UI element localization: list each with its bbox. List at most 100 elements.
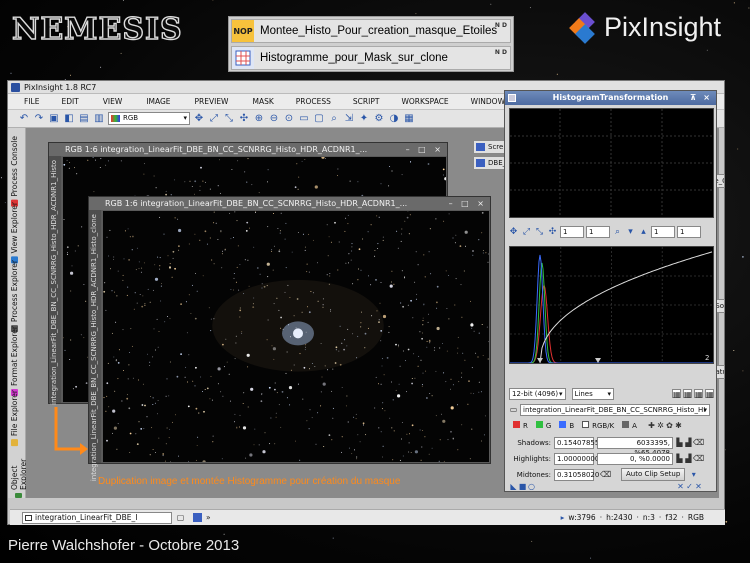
channel-a[interactable]: A (622, 421, 637, 430)
undo-icon[interactable]: ↶ (18, 113, 30, 125)
pan-icon[interactable]: ✥ (508, 227, 519, 238)
image-canvas-clone[interactable] (103, 211, 489, 462)
menu-edit[interactable]: EDIT (61, 97, 78, 106)
zoom-out-icon[interactable]: ⊖ (268, 113, 280, 125)
histogram-icon[interactable]: ▦ (403, 113, 415, 125)
gear-icon[interactable]: ✲ (656, 421, 665, 430)
menu-process[interactable]: PROCESS (296, 97, 331, 106)
color-mode-select[interactable]: RGB ▾ (108, 112, 190, 125)
window-icon[interactable]: ▢ (176, 513, 185, 522)
check-icon[interactable]: ✓ (685, 482, 694, 491)
highlights-input[interactable]: 1.00000000 (554, 452, 599, 465)
color-chip-icon[interactable] (193, 513, 202, 522)
zoom-icon[interactable]: ⌕ (328, 113, 340, 125)
fit-icon[interactable]: ⤢ (521, 227, 532, 238)
process-icon-montee-histo[interactable]: NOP Montee_Histo_Pour_creation_masque_Et… (231, 19, 511, 43)
zoom-v2-spinner[interactable]: 1 (677, 226, 701, 238)
tab-view-explorer[interactable]: View Explorer (10, 202, 19, 264)
channel-rgbk[interactable]: RGB/K (582, 421, 614, 430)
icon-screen-transfer[interactable]: Scre (473, 140, 505, 154)
menu-script[interactable]: SCRIPT (353, 97, 380, 106)
zoom-h2-spinner[interactable]: 1 (651, 226, 675, 238)
auto-icon[interactable]: ▟ (684, 454, 693, 463)
gear-icon[interactable]: ⚙ (373, 113, 385, 125)
new-preview-icon[interactable]: ▢ (313, 113, 325, 125)
midtones-input[interactable]: 0.31058020 (554, 468, 599, 481)
menu-image[interactable]: IMAGE (146, 97, 170, 106)
chart-icon[interactable]: ▦ (672, 389, 681, 399)
resolution-select[interactable]: 12-bit (4096) ▾ (509, 387, 566, 400)
new-instance-icon[interactable]: ◣ (509, 482, 518, 491)
auto-icon[interactable]: ▟ (684, 438, 693, 447)
menu-workspace[interactable]: WORKSPACE (401, 97, 448, 106)
star-icon[interactable]: ✦ (358, 113, 370, 125)
window-controls[interactable]: – □ × (406, 143, 444, 156)
reset-icon[interactable]: ⌫ (693, 438, 704, 447)
menu-preview[interactable]: PREVIEW (195, 97, 229, 106)
image-window-titlebar[interactable]: RGB 1:6 integration_LinearFit_DBE_BN_CC_… (89, 197, 490, 210)
channel-icon[interactable]: ▤ (78, 113, 90, 125)
close-icon[interactable]: ✕ (694, 482, 703, 491)
move-icon[interactable]: ✣ (547, 227, 558, 238)
cross-icon[interactable]: ✚ (647, 421, 656, 430)
tab-process-console[interactable]: Process Console (10, 136, 19, 207)
menu-file[interactable]: FILE (24, 97, 39, 106)
icon-dbe[interactable]: DBE_ (473, 156, 505, 170)
input-histogram-plot[interactable]: 2 (509, 246, 714, 364)
view-icon[interactable]: ▥ (93, 113, 105, 125)
menu-view[interactable]: VIEW (103, 97, 123, 106)
zoom-1-icon[interactable]: ⤡ (223, 113, 235, 125)
stf-icon[interactable]: ◧ (63, 113, 75, 125)
chart-icon[interactable]: ▦ (683, 389, 692, 399)
tab-file-explorer[interactable]: File Explorer (10, 390, 19, 447)
mask-icon[interactable]: ▣ (48, 113, 60, 125)
channel-b[interactable]: B (559, 421, 574, 430)
triangle-up-icon[interactable]: ▴ (638, 227, 649, 238)
preview-circle-icon[interactable]: ○ (527, 482, 536, 491)
move-icon[interactable]: ✣ (238, 113, 250, 125)
flower-icon[interactable]: ✿ (665, 421, 674, 430)
zoom-v-spinner[interactable]: 1 (586, 226, 610, 238)
dialog-titlebar[interactable]: HistogramTransformation ⊼ × (505, 91, 716, 105)
menu-window[interactable]: WINDOW (471, 97, 505, 106)
redo-icon[interactable]: ↷ (33, 113, 45, 125)
asterisk-icon[interactable]: ✱ (674, 421, 683, 430)
preview-icon[interactable]: ▭ (298, 113, 310, 125)
menu-mask[interactable]: MASK (252, 97, 273, 106)
active-view-selector[interactable]: integration_LinearFit_DBE_I (22, 511, 172, 524)
fit-icon[interactable]: ⤢ (208, 113, 220, 125)
channel-g[interactable]: G (535, 421, 551, 430)
script-icon[interactable]: ⇲ (343, 113, 355, 125)
auto-clip-setup-button[interactable]: Auto Clip Setup (621, 468, 686, 481)
image-window-clone[interactable]: RGB 1:6 integration_LinearFit_DBE_BN_CC_… (88, 196, 491, 481)
dialog-controls[interactable]: ⊼ × (690, 91, 712, 105)
apply-global-icon[interactable]: ■ (518, 482, 527, 491)
graph-style-select[interactable]: Lines ▾ (571, 387, 614, 400)
shadows-input[interactable]: 0.15407855 (554, 436, 599, 449)
triangle-down-icon[interactable]: ▾ (625, 227, 636, 238)
search-icon[interactable]: ⌕ (612, 227, 623, 238)
window-controls[interactable]: – □ × (449, 197, 487, 210)
chart-icon[interactable]: ▦ (694, 389, 703, 399)
process-icon-histogramme-mask[interactable]: Histogramme_pour_Mask_sur_clone N D (231, 46, 511, 70)
reset-icon[interactable]: ✕ (676, 482, 685, 491)
zoom-h-spinner[interactable]: 1 (560, 226, 584, 238)
image-window-titlebar[interactable]: RGB 1:6 integration_LinearFit_DBE_BN_CC_… (49, 143, 447, 156)
zoom-icon[interactable]: ⤡ (534, 227, 545, 238)
reset-icon[interactable]: ⌫ (693, 454, 704, 463)
zoom-in-icon[interactable]: ⊕ (253, 113, 265, 125)
output-histogram-plot[interactable] (509, 108, 714, 218)
tab-process-explorer[interactable]: Process Explorer (10, 260, 19, 333)
pan-icon[interactable]: ✥ (193, 113, 205, 125)
more-icon[interactable]: » (206, 513, 211, 522)
tab-format-explorer[interactable]: Format Explorer (10, 326, 19, 397)
chart-icon[interactable]: ▦ (705, 389, 714, 399)
contrast-icon[interactable]: ◑ (388, 113, 400, 125)
readout-icon[interactable]: ⊙ (283, 113, 295, 125)
target-view-select[interactable]: integration_LinearFit_DBE_BN_CC_SCNRRG_H… (520, 403, 710, 416)
channel-r[interactable]: R (513, 421, 528, 430)
triangle-down-icon[interactable]: ▾ (689, 470, 698, 479)
clip-icon[interactable]: ▙ (675, 438, 684, 447)
reset-icon[interactable]: ⌫ (600, 470, 611, 479)
clip-icon[interactable]: ▙ (675, 454, 684, 463)
